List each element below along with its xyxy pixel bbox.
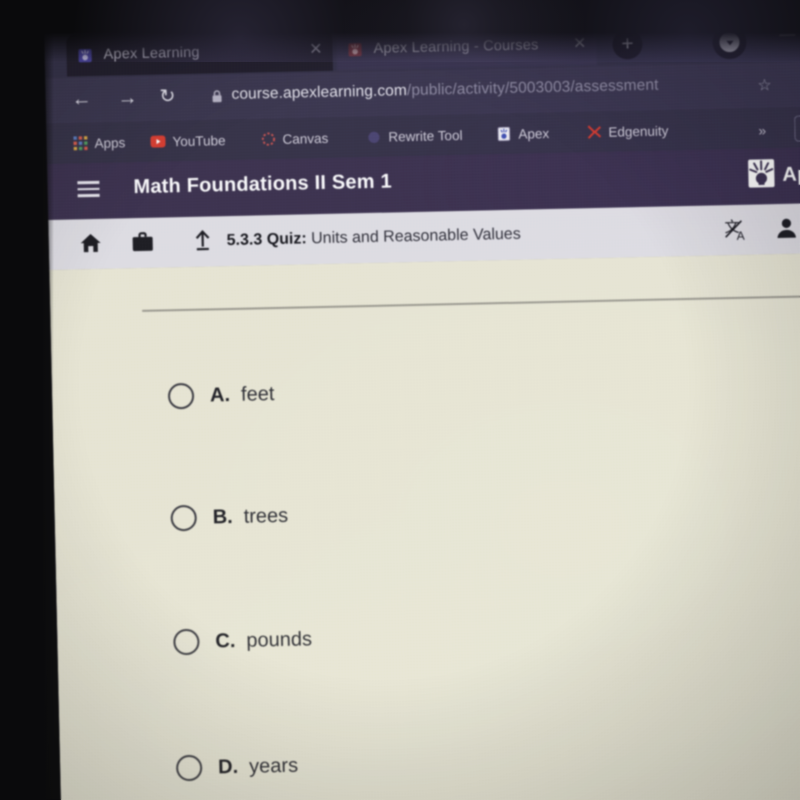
bookmark-label: YouTube bbox=[172, 132, 226, 149]
brand-logo[interactable]: Ap bbox=[747, 157, 800, 193]
edgenuity-icon bbox=[586, 124, 601, 139]
url-path: /public/activity/5003003/assessment bbox=[406, 76, 659, 100]
tab-apex-learning[interactable]: Apex Learning ✕ bbox=[66, 28, 334, 77]
hamburger-menu-icon[interactable] bbox=[77, 180, 100, 201]
option-letter: C. bbox=[215, 629, 236, 652]
bookmark-edgenuity[interactable]: Edgenuity bbox=[586, 120, 669, 142]
quiz-content-area: A. feet B. trees C. pounds D. years bbox=[49, 252, 800, 800]
briefcase-icon[interactable] bbox=[130, 230, 155, 260]
course-title: Math Foundations II Sem 1 bbox=[133, 170, 393, 199]
option-letter: B. bbox=[212, 505, 233, 528]
reload-icon[interactable]: ↻ bbox=[159, 86, 175, 108]
bookmark-label: Canvas bbox=[282, 130, 329, 147]
lock-icon bbox=[211, 89, 222, 108]
activity-name: Units and Reasonable Values bbox=[310, 225, 521, 248]
apex-favicon-icon bbox=[346, 41, 363, 58]
bookmark-star-icon[interactable]: ☆ bbox=[757, 75, 772, 95]
rewrite-tool-icon bbox=[366, 129, 381, 144]
apex-icon bbox=[496, 126, 511, 142]
bookmark-canvas[interactable]: Canvas bbox=[260, 128, 328, 149]
tab-title: Apex Learning - Courses bbox=[373, 37, 539, 57]
bookmark-apex[interactable]: Apex bbox=[496, 123, 549, 144]
radio-button-icon[interactable] bbox=[167, 382, 195, 410]
canvas-icon bbox=[260, 131, 275, 146]
close-icon[interactable]: ✕ bbox=[303, 41, 323, 58]
bookmark-label: Apps bbox=[94, 134, 126, 151]
browser-window: Apex Learning ✕ Apex Learning - Courses … bbox=[44, 10, 800, 800]
back-icon[interactable]: ← bbox=[71, 88, 91, 110]
url-text[interactable]: course.apexlearning.com/public/activity/… bbox=[231, 75, 751, 104]
tab-apex-learning-courses[interactable]: Apex Learning - Courses ✕ bbox=[336, 22, 597, 71]
quiz-option-a[interactable]: A. feet bbox=[167, 381, 275, 410]
option-letter: A. bbox=[209, 383, 231, 406]
youtube-icon bbox=[150, 134, 166, 149]
option-text: pounds bbox=[246, 627, 313, 652]
radio-button-icon[interactable] bbox=[170, 504, 198, 532]
apex-learning-logo-icon bbox=[747, 158, 776, 194]
new-tab-button[interactable]: + bbox=[612, 28, 643, 60]
translate-icon[interactable]: 文 A bbox=[724, 217, 751, 249]
brand-text: Ap bbox=[782, 163, 800, 186]
option-letter: D. bbox=[217, 755, 239, 778]
apex-favicon-icon bbox=[76, 46, 93, 63]
radio-button-icon[interactable] bbox=[173, 628, 200, 656]
close-icon[interactable]: ✕ bbox=[567, 35, 587, 52]
content-divider bbox=[142, 294, 800, 312]
tab-title: Apex Learning bbox=[103, 44, 200, 63]
option-text: trees bbox=[243, 504, 289, 528]
upload-arrow-icon[interactable] bbox=[190, 228, 215, 258]
activity-type: Quiz: bbox=[266, 230, 307, 249]
quiz-option-d[interactable]: D. years bbox=[175, 753, 299, 782]
chevron-down-icon bbox=[719, 31, 740, 53]
bookmark-label: Edgenuity bbox=[608, 122, 669, 140]
photographed-screen: Apex Learning ✕ Apex Learning - Courses … bbox=[0, 0, 800, 800]
activity-number: 5.3.3 bbox=[226, 231, 263, 250]
home-icon[interactable] bbox=[78, 231, 103, 261]
bookmark-rewrite-tool[interactable]: Rewrite Tool bbox=[366, 125, 463, 147]
quiz-option-c[interactable]: C. pounds bbox=[173, 626, 313, 656]
forward-icon[interactable]: → bbox=[117, 87, 137, 109]
quiz-option-b[interactable]: B. trees bbox=[170, 503, 288, 532]
bookmarks-bar-edge bbox=[794, 115, 800, 142]
bookmark-label: Apex bbox=[518, 125, 550, 142]
bookmark-apps[interactable]: Apps bbox=[72, 132, 125, 153]
account-person-icon[interactable] bbox=[774, 216, 799, 246]
option-text: years bbox=[248, 754, 299, 778]
apps-grid-icon bbox=[72, 136, 88, 151]
option-text: feet bbox=[240, 382, 275, 406]
radio-button-icon[interactable] bbox=[175, 754, 203, 782]
bookmark-label: Rewrite Tool bbox=[388, 127, 463, 145]
bookmarks-overflow-button[interactable]: » bbox=[758, 122, 765, 138]
profile-dropdown-button[interactable] bbox=[712, 24, 747, 60]
activity-title-block: 5.3.3 Quiz: Units and Reasonable Values bbox=[226, 226, 520, 250]
bookmark-youtube[interactable]: YouTube bbox=[150, 130, 226, 152]
svg-text:A: A bbox=[737, 229, 745, 243]
window-minimize-button[interactable] bbox=[779, 33, 796, 36]
url-host: course.apexlearning.com bbox=[231, 82, 408, 103]
